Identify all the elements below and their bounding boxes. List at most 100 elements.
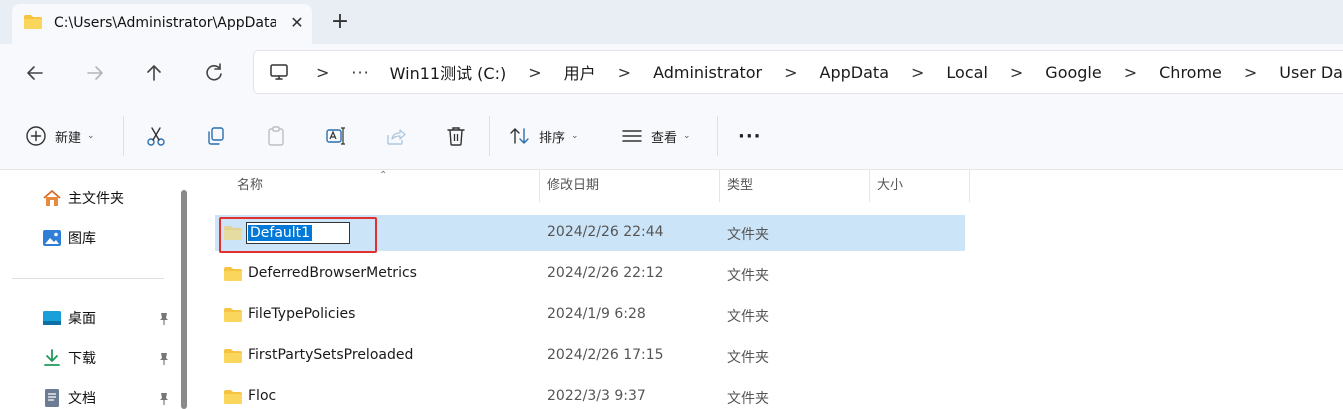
row-name: Floc bbox=[248, 388, 277, 404]
column-header-size[interactable]: 大小 bbox=[877, 170, 903, 202]
pin-icon[interactable] bbox=[158, 392, 170, 406]
breadcrumb: > ··· Win11测试 (C:) > 用户 > Administrator … bbox=[304, 51, 1343, 93]
sidebar-item-documents[interactable]: 文档 bbox=[42, 387, 96, 409]
address-bar[interactable]: > ··· Win11测试 (C:) > 用户 > Administrator … bbox=[253, 50, 1343, 94]
row-type: 文件夹 bbox=[727, 227, 769, 243]
sort-button[interactable]: 排序 ⌄ bbox=[509, 122, 579, 150]
desktop-icon bbox=[43, 311, 61, 325]
rename-icon bbox=[326, 127, 345, 145]
sidebar-item-gallery[interactable]: 图库 bbox=[42, 227, 96, 249]
column-header-type[interactable]: 类型 bbox=[727, 170, 753, 202]
sort-ascending-icon: ⌃ bbox=[379, 170, 388, 181]
breadcrumb-more[interactable]: ··· bbox=[351, 63, 369, 82]
chevron-down-icon: ⌄ bbox=[87, 131, 95, 141]
table-row[interactable]: Floc 2022/3/3 9:37 文件夹 bbox=[215, 379, 965, 409]
sort-button-label: 排序 bbox=[539, 130, 566, 146]
tab-current[interactable]: C:\Users\Administrator\AppData ✕ bbox=[12, 4, 312, 44]
row-type: 文件夹 bbox=[727, 391, 769, 407]
scissors-icon bbox=[147, 127, 165, 146]
view-button-label: 查看 bbox=[651, 130, 678, 146]
row-name: DeferredBrowserMetrics bbox=[248, 265, 417, 281]
share-button[interactable] bbox=[385, 122, 407, 150]
breadcrumb-item[interactable]: Local bbox=[946, 63, 987, 82]
view-list-icon bbox=[622, 130, 642, 142]
column-divider[interactable] bbox=[869, 170, 870, 202]
toolbar-divider bbox=[489, 116, 490, 156]
download-icon bbox=[44, 349, 60, 366]
breadcrumb-item[interactable]: Administrator bbox=[653, 63, 762, 82]
row-date: 2024/2/26 17:15 bbox=[547, 347, 664, 363]
sidebar-item-downloads[interactable]: 下载 bbox=[42, 347, 96, 369]
column-header-date[interactable]: 修改日期 bbox=[547, 170, 599, 202]
sort-icon bbox=[510, 128, 529, 144]
column-header-name[interactable]: 名称 bbox=[237, 170, 263, 202]
plus-circle-icon bbox=[26, 126, 46, 146]
new-tab-button[interactable]: + bbox=[328, 10, 352, 34]
trash-icon bbox=[447, 127, 465, 146]
breadcrumb-item[interactable]: AppData bbox=[820, 63, 889, 82]
refresh-icon[interactable] bbox=[201, 60, 227, 86]
row-date: 2024/2/26 22:44 bbox=[547, 224, 664, 240]
navigation-bar: > ··· Win11测试 (C:) > 用户 > Administrator … bbox=[0, 44, 1343, 102]
breadcrumb-item[interactable]: Chrome bbox=[1159, 63, 1222, 82]
tab-bar: C:\Users\Administrator\AppData ✕ + bbox=[0, 0, 1343, 44]
close-icon[interactable]: ✕ bbox=[286, 12, 308, 34]
sidebar-item-home[interactable]: 主文件夹 bbox=[42, 187, 124, 209]
table-row[interactable]: FirstPartySetsPreloaded 2024/2/26 17:15 … bbox=[215, 338, 965, 374]
arrow-left-icon[interactable] bbox=[22, 60, 48, 86]
folder-icon bbox=[24, 15, 42, 29]
row-name: FirstPartySetsPreloaded bbox=[248, 347, 414, 363]
paste-button[interactable] bbox=[265, 122, 287, 150]
chevron-right-icon[interactable]: > bbox=[528, 63, 541, 82]
new-button-label: 新建 bbox=[55, 130, 82, 146]
folder-icon bbox=[224, 267, 242, 281]
view-button[interactable]: 查看 ⌄ bbox=[621, 122, 691, 150]
sidebar-scrollbar[interactable] bbox=[181, 190, 187, 409]
column-divider[interactable] bbox=[539, 170, 540, 202]
chevron-right-icon[interactable]: > bbox=[1124, 63, 1137, 82]
toolbar-divider bbox=[123, 116, 124, 156]
gallery-icon bbox=[43, 230, 61, 246]
breadcrumb-item[interactable]: 用户 bbox=[564, 60, 596, 84]
toolbar-divider bbox=[717, 116, 718, 156]
sidebar-item-label: 文档 bbox=[68, 391, 96, 407]
sidebar-item-label: 图库 bbox=[68, 231, 96, 247]
row-type: 文件夹 bbox=[727, 309, 769, 325]
breadcrumb-item[interactable]: Google bbox=[1045, 63, 1101, 82]
column-divider[interactable] bbox=[969, 170, 970, 202]
new-button[interactable]: 新建 ⌄ bbox=[25, 122, 95, 150]
chevron-right-icon[interactable]: > bbox=[316, 63, 329, 82]
sidebar-item-label: 下载 bbox=[68, 351, 96, 367]
pin-icon[interactable] bbox=[158, 352, 170, 366]
breadcrumb-item[interactable]: Win11测试 (C:) bbox=[390, 60, 507, 84]
chevron-right-icon[interactable]: > bbox=[1244, 63, 1257, 82]
delete-button[interactable] bbox=[445, 122, 467, 150]
row-type: 文件夹 bbox=[727, 350, 769, 366]
chevron-right-icon[interactable]: > bbox=[618, 63, 631, 82]
row-type: 文件夹 bbox=[727, 268, 769, 284]
more-options-button[interactable]: ··· bbox=[738, 122, 762, 150]
arrow-up-icon[interactable] bbox=[141, 60, 167, 86]
sidebar-divider bbox=[12, 278, 164, 279]
arrow-right-icon[interactable] bbox=[82, 60, 108, 86]
column-divider[interactable] bbox=[719, 170, 720, 202]
sidebar-item-desktop[interactable]: 桌面 bbox=[42, 307, 96, 329]
rename-button[interactable] bbox=[325, 122, 347, 150]
sidebar-item-label: 桌面 bbox=[68, 311, 96, 327]
row-date: 2024/2/26 22:12 bbox=[547, 265, 664, 281]
breadcrumb-item[interactable]: User Data bbox=[1279, 63, 1343, 82]
folder-icon bbox=[224, 308, 242, 322]
chevron-right-icon[interactable]: > bbox=[911, 63, 924, 82]
pin-icon[interactable] bbox=[158, 312, 170, 326]
home-icon bbox=[43, 190, 61, 206]
chevron-right-icon[interactable]: > bbox=[784, 63, 797, 82]
chevron-right-icon[interactable]: > bbox=[1010, 63, 1023, 82]
table-row[interactable]: FileTypePolicies 2024/1/9 6:28 文件夹 bbox=[215, 297, 965, 333]
copy-button[interactable] bbox=[205, 122, 227, 150]
tab-title: C:\Users\Administrator\AppData bbox=[54, 15, 276, 31]
sidebar-item-label: 主文件夹 bbox=[68, 191, 124, 207]
file-list: 名称 ⌃ 修改日期 类型 大小 Default1 2024/2/26 22:44… bbox=[196, 170, 1343, 409]
command-bar: 新建 ⌄ 排序 ⌄ 查看 ⌄ ··· bbox=[0, 102, 1343, 170]
table-row[interactable]: DeferredBrowserMetrics 2024/2/26 22:12 文… bbox=[215, 256, 965, 292]
cut-button[interactable] bbox=[145, 122, 167, 150]
